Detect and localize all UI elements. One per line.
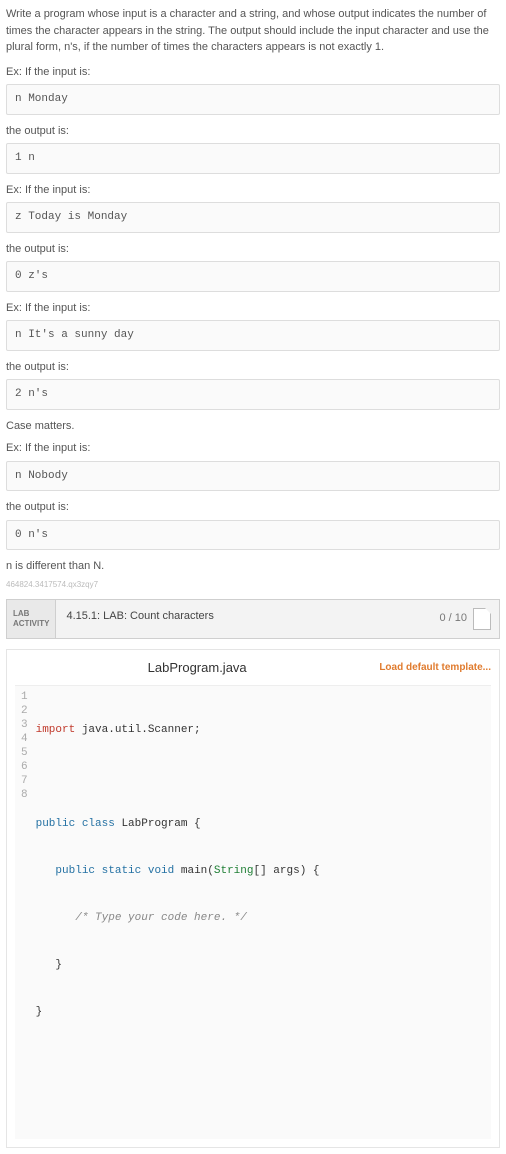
example-output-label: the output is:: [6, 359, 500, 376]
code-token: LabProgram {: [115, 818, 201, 830]
code-token: public: [55, 865, 95, 877]
code-content[interactable]: import java.util.Scanner; public class L…: [36, 686, 326, 1139]
example-intro: Ex: If the input is:: [6, 300, 500, 317]
code-token: static: [102, 865, 142, 877]
assignment-id: 464824.3417574.qx3zqy7: [6, 579, 500, 591]
code-comment: /* Type your code here. */: [75, 912, 247, 924]
code-token: }: [36, 959, 62, 971]
example-intro: Ex: If the input is:: [6, 182, 500, 199]
example-output-label: the output is:: [6, 241, 500, 258]
case-note: Case matters.: [6, 418, 500, 435]
example-intro: Ex: If the input is:: [6, 64, 500, 81]
example-input: n It's a sunny day: [6, 320, 500, 351]
load-default-template-link[interactable]: Load default template...: [379, 660, 491, 675]
example-input: n Monday: [6, 84, 500, 115]
code-token: main(: [174, 865, 214, 877]
lab-score: 0 / 10: [439, 610, 467, 627]
example-output: 1 n: [6, 143, 500, 174]
code-token: String: [214, 865, 254, 877]
lab-badge: LAB ACTIVITY: [7, 600, 56, 638]
lab-badge-line2: ACTIVITY: [13, 619, 49, 629]
example-input: z Today is Monday: [6, 202, 500, 233]
problem-description: Write a program whose input is a charact…: [6, 6, 500, 56]
example-input: n Nobody: [6, 461, 500, 492]
lab-title: 4.15.1: LAB: Count characters: [56, 600, 431, 638]
example-intro: Ex: If the input is:: [6, 440, 500, 457]
document-icon: [473, 608, 491, 630]
code-token: [] args) {: [253, 865, 319, 877]
code-token: }: [36, 1006, 43, 1018]
lab-badge-line1: LAB: [13, 609, 49, 619]
example-output: 2 n's: [6, 379, 500, 410]
file-header: LabProgram.java Load default template...: [15, 658, 491, 678]
code-editor-panel: LabProgram.java Load default template...…: [6, 649, 500, 1149]
code-token: class: [82, 818, 115, 830]
code-editor[interactable]: 12345678 import java.util.Scanner; publi…: [15, 685, 491, 1139]
example-output-label: the output is:: [6, 123, 500, 140]
code-token: public: [36, 818, 76, 830]
filename-label: LabProgram.java: [15, 658, 379, 678]
code-token: import: [36, 724, 76, 736]
case-explanation: n is different than N.: [6, 558, 500, 575]
line-gutter: 12345678: [15, 686, 36, 1139]
lab-score-area: 0 / 10: [431, 600, 499, 638]
code-token: java.util.Scanner;: [75, 724, 200, 736]
example-output-label: the output is:: [6, 499, 500, 516]
example-output: 0 z's: [6, 261, 500, 292]
lab-activity-bar: LAB ACTIVITY 4.15.1: LAB: Count characte…: [6, 599, 500, 639]
code-token: void: [148, 865, 174, 877]
example-output: 0 n's: [6, 520, 500, 551]
